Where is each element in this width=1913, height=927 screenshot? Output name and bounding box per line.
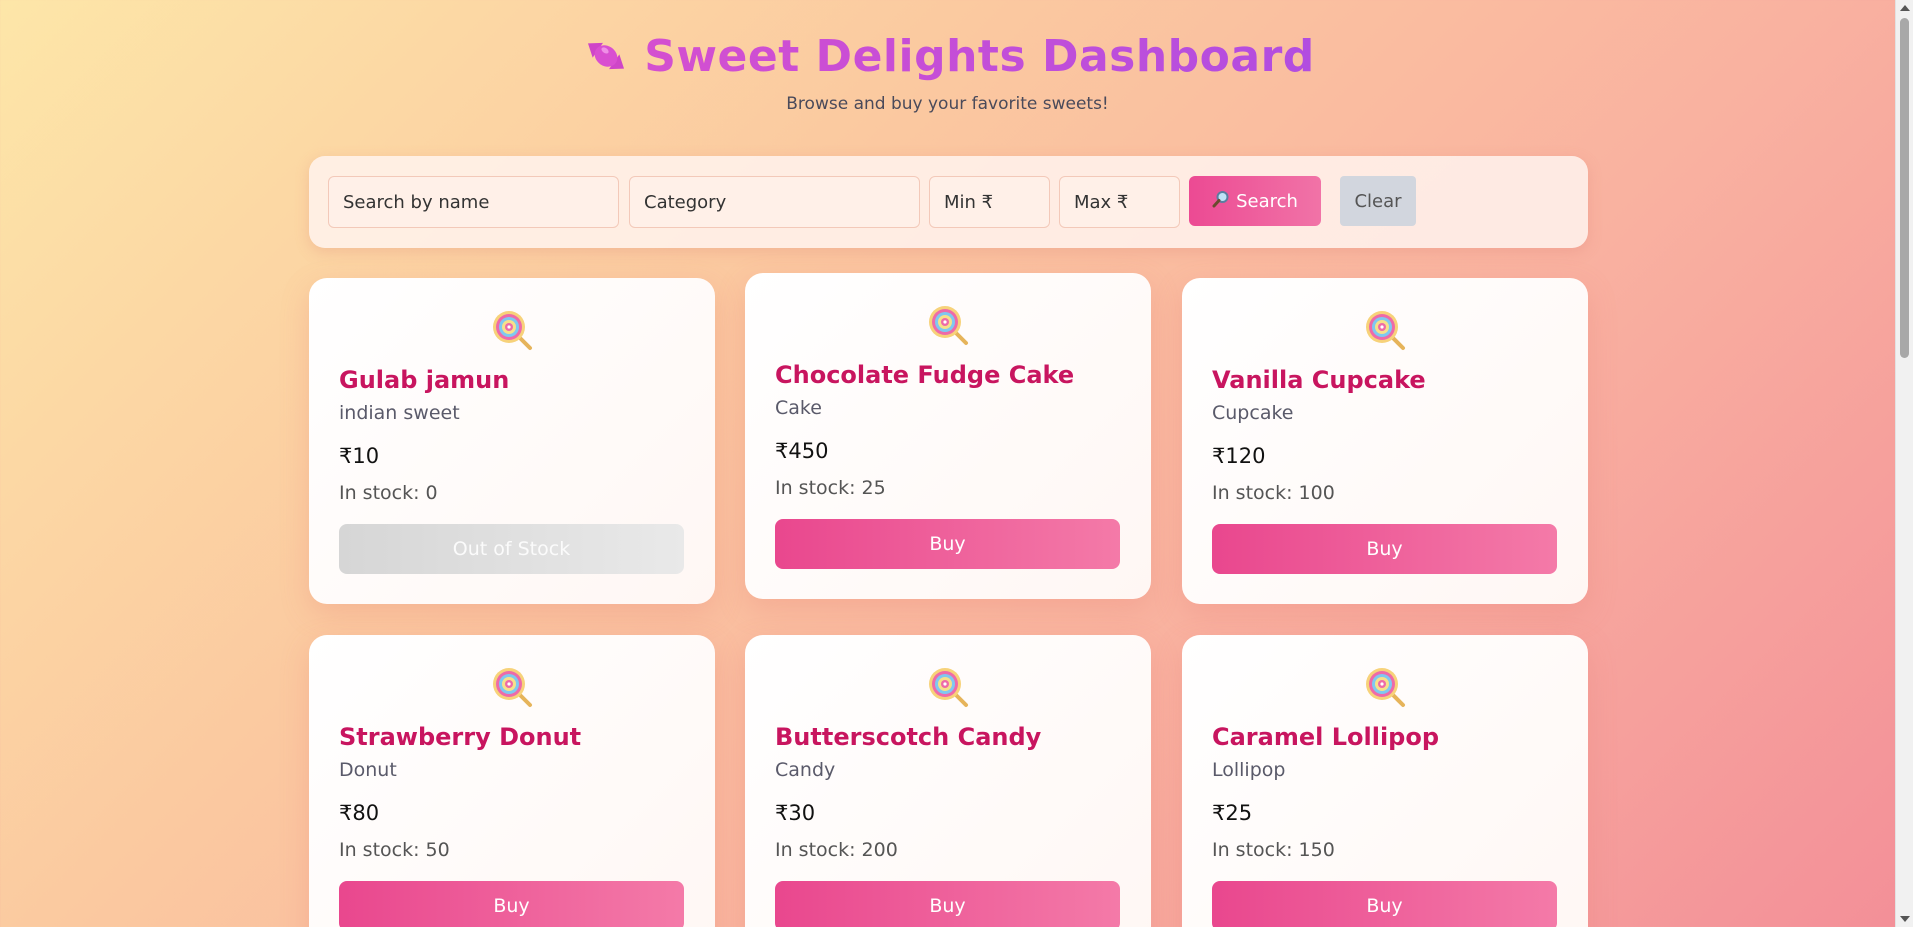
scroll-up-icon[interactable]: [1900, 5, 1910, 11]
sweet-price: ₹450: [775, 439, 829, 463]
sweet-category: Cake: [775, 397, 822, 419]
search-name-input[interactable]: [328, 176, 619, 228]
lollipop-icon: [926, 665, 970, 709]
scroll-down-icon[interactable]: [1900, 916, 1910, 922]
sweet-card: Gulab jamun indian sweet ₹10 In stock: 0 Out…: [309, 278, 715, 604]
sweet-card: Caramel Lollipop Lollipop ₹25 In stock: 150…: [1182, 635, 1588, 927]
sweet-category: indian sweet: [339, 402, 460, 424]
sweet-card: Chocolate Fudge Cake Cake ₹450 In stock: 25…: [745, 273, 1151, 599]
sweet-price: ₹25: [1212, 801, 1253, 825]
sweet-card: Vanilla Cupcake Cupcake ₹120 In stock: 100 B…: [1182, 278, 1588, 604]
sweet-price: ₹80: [339, 801, 380, 825]
sweet-name: Gulab jamun: [339, 366, 510, 394]
scroll-thumb[interactable]: [1900, 18, 1909, 358]
sweet-card: Butterscotch Candy Candy ₹30 In stock: 200 B…: [745, 635, 1151, 927]
sweet-stock: In stock: 0: [339, 482, 438, 504]
sweet-price: ₹30: [775, 801, 816, 825]
sweet-name: Butterscotch Candy: [775, 723, 1042, 751]
search-button-label: Search: [1236, 190, 1298, 212]
title-row: Sweet Delights Dashboard: [580, 30, 1315, 82]
buy-button[interactable]: Buy: [1212, 881, 1557, 927]
min-price-input[interactable]: [929, 176, 1050, 228]
category-input[interactable]: [629, 176, 920, 228]
buy-button[interactable]: Buy: [775, 881, 1120, 927]
clear-button[interactable]: Clear: [1340, 176, 1416, 226]
sweet-name: Vanilla Cupcake: [1212, 366, 1426, 394]
lollipop-icon: [490, 308, 534, 352]
header: Sweet Delights Dashboard Browse and buy …: [0, 30, 1895, 114]
sweet-card: Strawberry Donut Donut ₹80 In stock: 50 Buy: [309, 635, 715, 927]
search-button[interactable]: Search: [1189, 176, 1321, 226]
lollipop-icon: [926, 303, 970, 347]
sweet-stock: In stock: 25: [775, 477, 886, 499]
lollipop-icon: [1363, 308, 1407, 352]
buy-button[interactable]: Buy: [1212, 524, 1557, 574]
buy-button[interactable]: Buy: [339, 881, 684, 927]
sweet-name: Chocolate Fudge Cake: [775, 361, 1075, 389]
candy-icon: [580, 30, 632, 82]
sweet-price: ₹10: [339, 444, 380, 468]
out-of-stock-button: Out of Stock: [339, 524, 684, 574]
sweet-category: Donut: [339, 759, 397, 781]
sweet-price: ₹120: [1212, 444, 1266, 468]
sweet-category: Cupcake: [1212, 402, 1294, 424]
page-title: Sweet Delights Dashboard: [644, 30, 1315, 82]
sweet-stock: In stock: 50: [339, 839, 450, 861]
buy-button[interactable]: Buy: [775, 519, 1120, 569]
max-price-input[interactable]: [1059, 176, 1180, 228]
sweet-stock: In stock: 150: [1212, 839, 1335, 861]
sweet-name: Strawberry Donut: [339, 723, 582, 751]
search-panel: Search Clear: [309, 156, 1588, 248]
page-subtitle: Browse and buy your favorite sweets!: [786, 94, 1109, 114]
lollipop-icon: [490, 665, 534, 709]
sweet-name: Caramel Lollipop: [1212, 723, 1440, 751]
sweet-stock: In stock: 200: [775, 839, 898, 861]
scrollbar[interactable]: [1895, 0, 1913, 927]
sweet-stock: In stock: 100: [1212, 482, 1335, 504]
page: Sweet Delights Dashboard Browse and buy …: [0, 0, 1895, 927]
sweet-category: Candy: [775, 759, 836, 781]
magnifier-icon: [1212, 190, 1230, 213]
sweet-category: Lollipop: [1212, 759, 1286, 781]
lollipop-icon: [1363, 665, 1407, 709]
